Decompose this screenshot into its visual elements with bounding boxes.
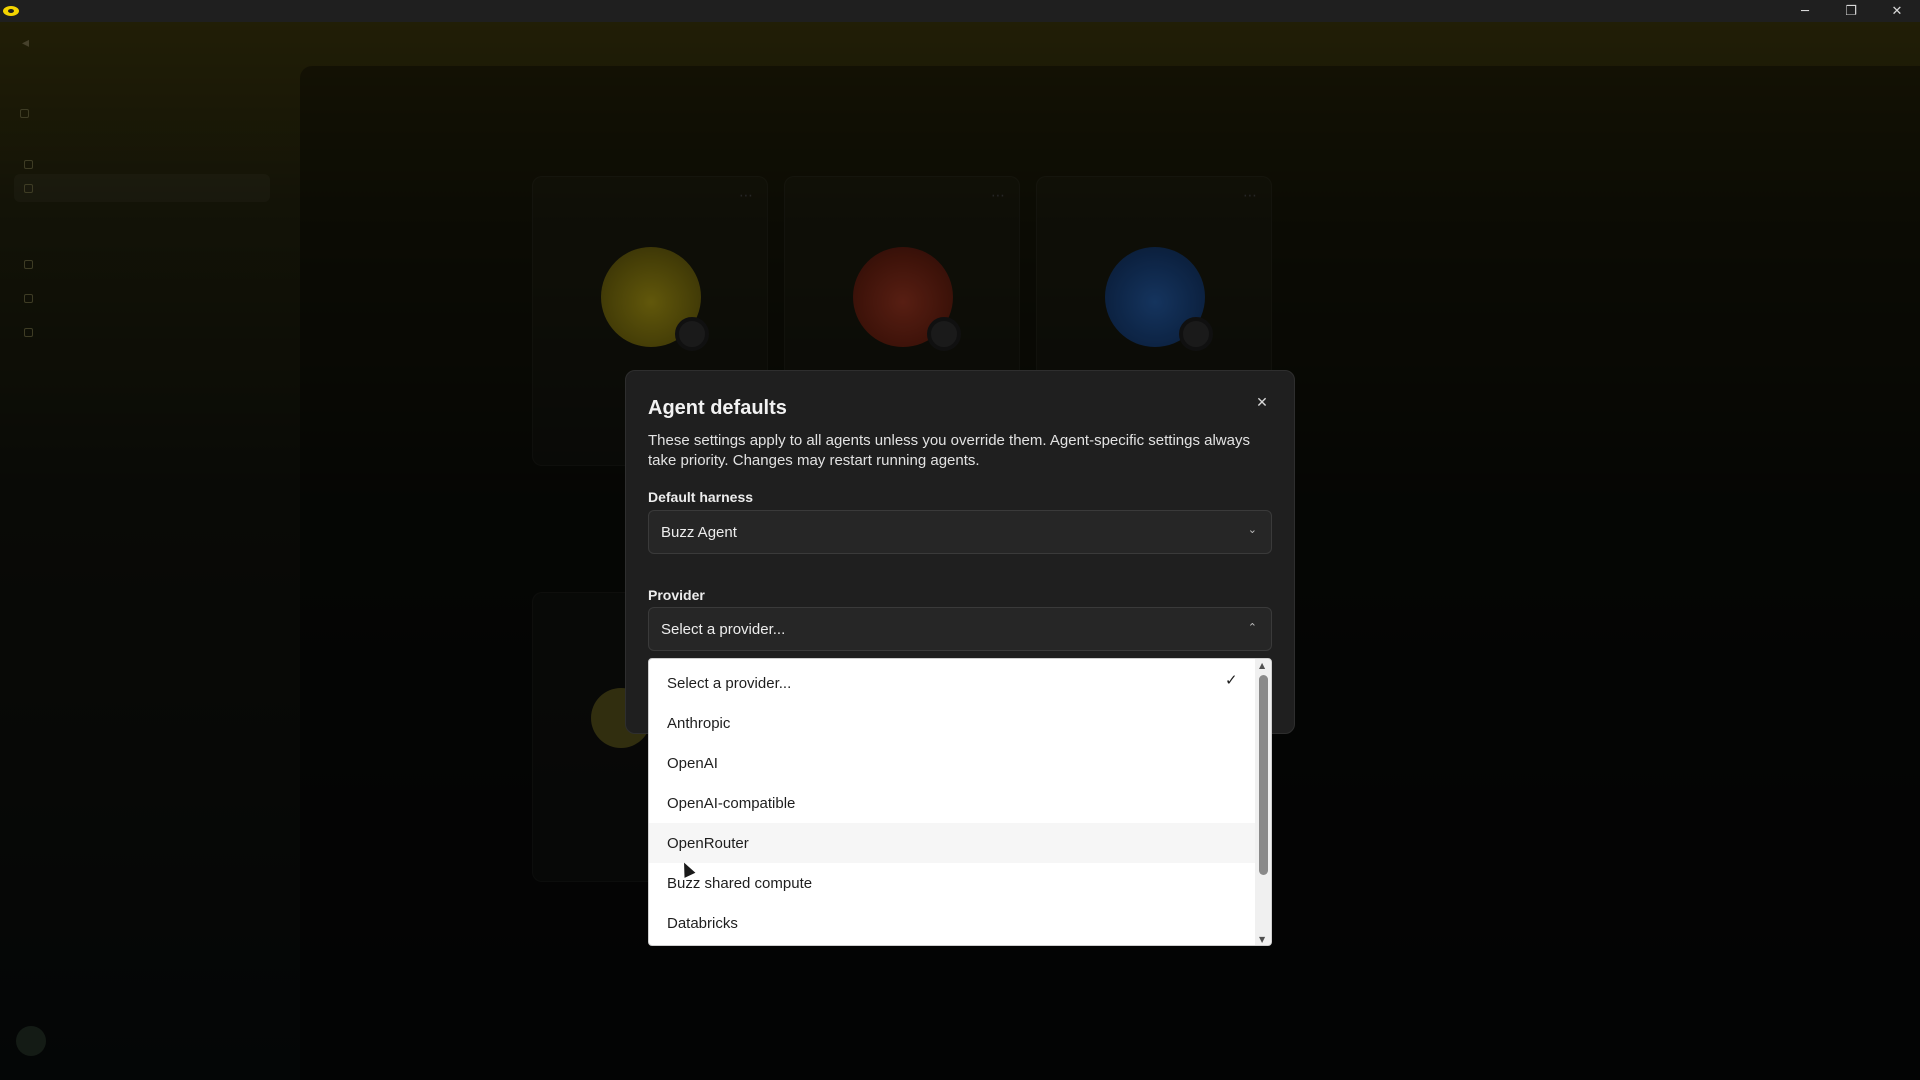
provider-label: Provider (648, 587, 705, 603)
provider-dropdown-list: Select a provider... ✓ Anthropic OpenAI … (648, 658, 1272, 946)
close-icon[interactable]: ✕ (1252, 393, 1272, 413)
dropdown-option[interactable]: Buzz shared compute (649, 863, 1255, 903)
dialog-title: Agent defaults (648, 397, 787, 419)
dropdown-option[interactable]: OpenAI (649, 743, 1255, 783)
dropdown-option[interactable]: OpenRouter (649, 823, 1255, 863)
window-controls: ─ ❐ ✕ (1782, 0, 1920, 22)
checkmark-icon: ✓ (1225, 671, 1238, 689)
dropdown-scrollbar[interactable]: ▲ ▼ (1255, 659, 1271, 945)
maximize-button[interactable]: ❐ (1828, 0, 1874, 22)
window-titlebar: ─ ❐ ✕ (0, 0, 1920, 22)
scrollbar-thumb[interactable] (1259, 675, 1268, 875)
scroll-down-icon[interactable]: ▼ (1259, 936, 1268, 944)
provider-select[interactable]: Select a provider... ⌃ (648, 607, 1272, 651)
dropdown-option[interactable]: Anthropic (649, 703, 1255, 743)
harness-select[interactable]: Buzz Agent ⌄ (648, 510, 1272, 554)
dropdown-option[interactable]: Select a provider... (649, 663, 1255, 703)
harness-select-value: Buzz Agent (661, 523, 737, 541)
dropdown-option[interactable]: OpenAI-compatible (649, 783, 1255, 823)
harness-label: Default harness (648, 489, 754, 505)
chevron-down-icon: ⌄ (1247, 523, 1257, 536)
minimize-button[interactable]: ─ (1782, 0, 1828, 22)
dialog-description: These settings apply to all agents unles… (648, 432, 1250, 469)
close-window-button[interactable]: ✕ (1874, 0, 1920, 22)
chevron-up-icon: ⌃ (1247, 621, 1257, 634)
dropdown-option[interactable]: Databricks (649, 903, 1255, 943)
scroll-up-icon[interactable]: ▲ (1259, 662, 1268, 670)
app-logo-icon (3, 6, 19, 16)
provider-select-value: Select a provider... (661, 620, 786, 638)
